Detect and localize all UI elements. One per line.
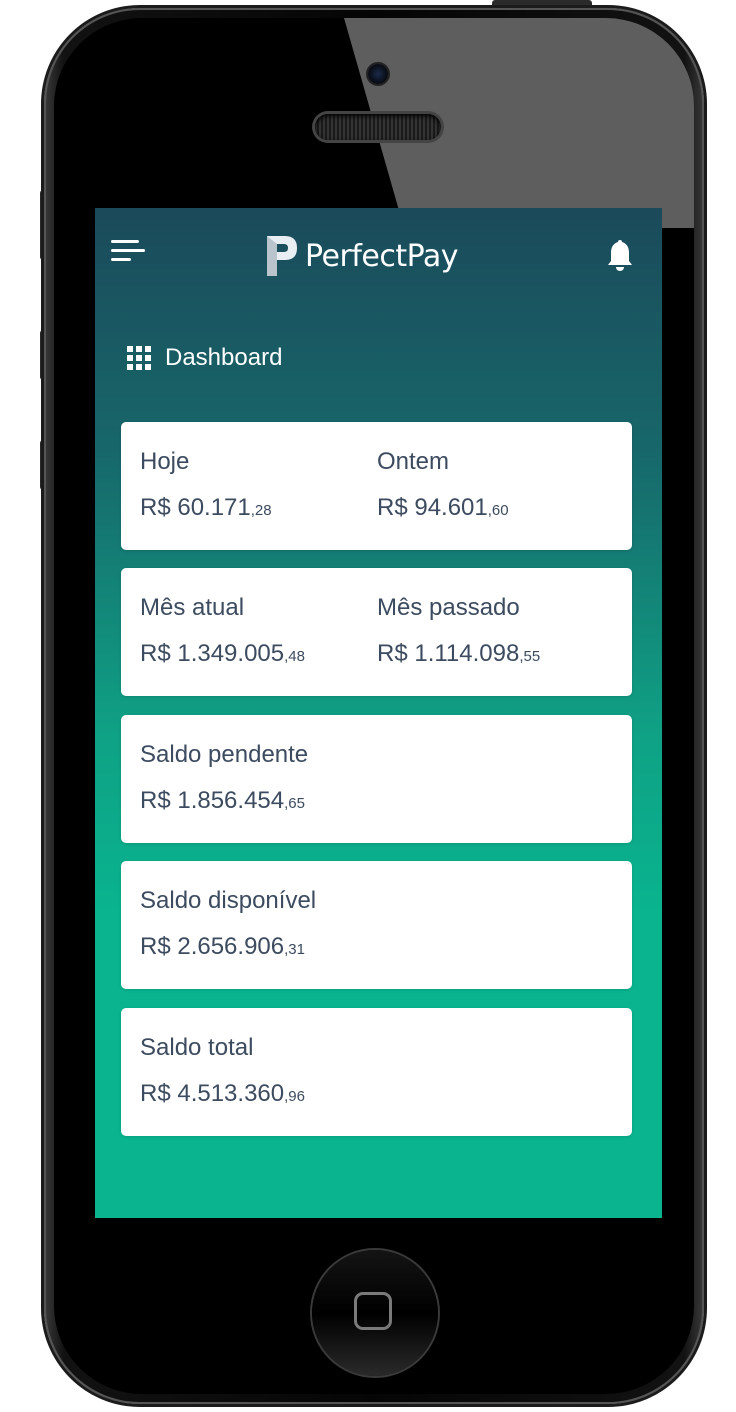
front-camera xyxy=(368,64,388,84)
perfectpay-logo-icon xyxy=(267,236,297,276)
available-balance-amount: R$ 2.656.906,31 xyxy=(140,933,305,960)
last-month-stat: Mês passado R$ 1.114.098,55 xyxy=(377,594,540,671)
today-stat: Hoje R$ 60.171,28 xyxy=(140,448,272,525)
last-month-label: Mês passado xyxy=(377,594,520,621)
pending-balance-label: Saldo pendente xyxy=(140,741,309,768)
pending-balance-stat: Saldo pendente R$ 1.856.454,65 xyxy=(140,741,308,818)
yesterday-amount: R$ 94.601,60 xyxy=(377,494,509,521)
available-balance-label: Saldo disponível xyxy=(140,887,317,914)
daily-revenue-card[interactable]: Hoje R$ 60.171,28 Ontem R$ 94.601,60 xyxy=(121,422,632,550)
available-balance-cents: ,31 xyxy=(284,941,305,958)
current-month-amount: R$ 1.349.005,48 xyxy=(140,640,305,667)
hamburger-menu-icon[interactable] xyxy=(111,238,145,264)
yesterday-stat: Ontem R$ 94.601,60 xyxy=(377,448,509,525)
pending-balance-card[interactable]: Saldo pendente R$ 1.856.454,65 xyxy=(121,715,632,843)
current-month-label: Mês atual xyxy=(140,594,245,621)
home-square-icon xyxy=(354,1292,392,1330)
total-balance-card[interactable]: Saldo total R$ 4.513.360,96 xyxy=(121,1008,632,1136)
home-button[interactable] xyxy=(312,1250,438,1376)
total-balance-label: Saldo total xyxy=(140,1034,254,1061)
dashboard-heading: Dashboard xyxy=(127,344,282,372)
total-balance-amount: R$ 4.513.360,96 xyxy=(140,1080,305,1107)
earpiece-speaker xyxy=(315,114,441,140)
top-bar: PerfectPay xyxy=(95,208,662,300)
total-balance-stat: Saldo total R$ 4.513.360,96 xyxy=(140,1034,305,1111)
available-balance-card[interactable]: Saldo disponível R$ 2.656.906,31 xyxy=(121,861,632,989)
monthly-revenue-card[interactable]: Mês atual R$ 1.349.005,48 Mês passado R$… xyxy=(121,568,632,696)
phone-power-button xyxy=(492,0,592,8)
total-balance-cents: ,96 xyxy=(284,1088,305,1105)
pending-balance-cents: ,65 xyxy=(284,795,305,812)
brand-logo: PerfectPay xyxy=(263,230,458,282)
available-balance-stat: Saldo disponível R$ 2.656.906,31 xyxy=(140,887,316,964)
today-label: Hoje xyxy=(140,448,190,475)
last-month-cents: ,55 xyxy=(519,648,541,665)
today-amount: R$ 60.171,28 xyxy=(140,494,272,521)
current-month-cents: ,48 xyxy=(284,648,305,665)
bell-icon[interactable] xyxy=(605,238,635,272)
yesterday-cents: ,60 xyxy=(487,502,509,519)
brand-name: PerfectPay xyxy=(305,238,458,274)
current-month-stat: Mês atual R$ 1.349.005,48 xyxy=(140,594,305,671)
last-month-amount: R$ 1.114.098,55 xyxy=(377,640,541,667)
app-screen: PerfectPay Dashboard Hoje R$ 60.171,28 O… xyxy=(95,208,662,1218)
today-cents: ,28 xyxy=(250,502,272,519)
phone-mockup: PerfectPay Dashboard Hoje R$ 60.171,28 O… xyxy=(0,0,736,1412)
grid-icon xyxy=(127,346,151,370)
page-title: Dashboard xyxy=(165,344,283,371)
pending-balance-amount: R$ 1.856.454,65 xyxy=(140,787,305,814)
yesterday-label: Ontem xyxy=(377,448,450,475)
